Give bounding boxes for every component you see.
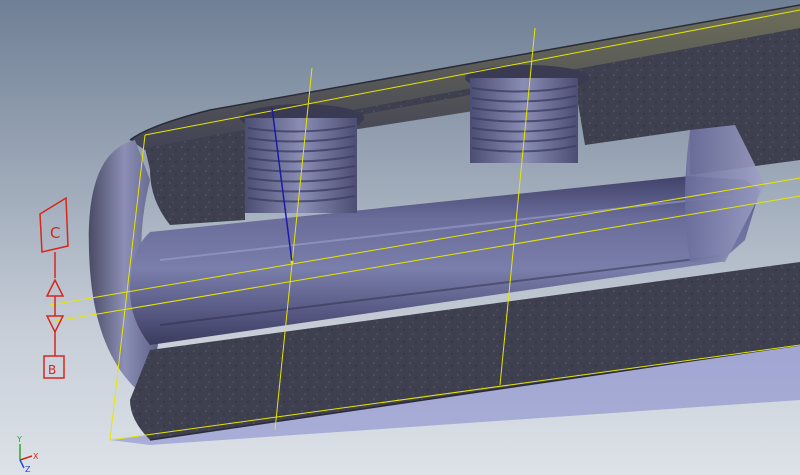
threaded-hole-left <box>240 104 364 213</box>
coordinate-triad: Y X Z <box>16 435 39 472</box>
viewcube[interactable]: C B <box>36 196 80 386</box>
section-view-model[interactable] <box>0 0 800 475</box>
viewcube-bottom-label: B <box>48 363 56 377</box>
viewcube-top-label: C <box>50 224 60 242</box>
triad-y-label: Y <box>16 435 22 444</box>
viewcube-down-arrow <box>45 315 65 334</box>
viewcube-up-arrow <box>45 278 65 297</box>
3d-viewport[interactable]: C B Y X Z <box>0 0 800 475</box>
triad-z-label: Z <box>25 465 31 472</box>
triad-x-label: X <box>33 452 39 461</box>
